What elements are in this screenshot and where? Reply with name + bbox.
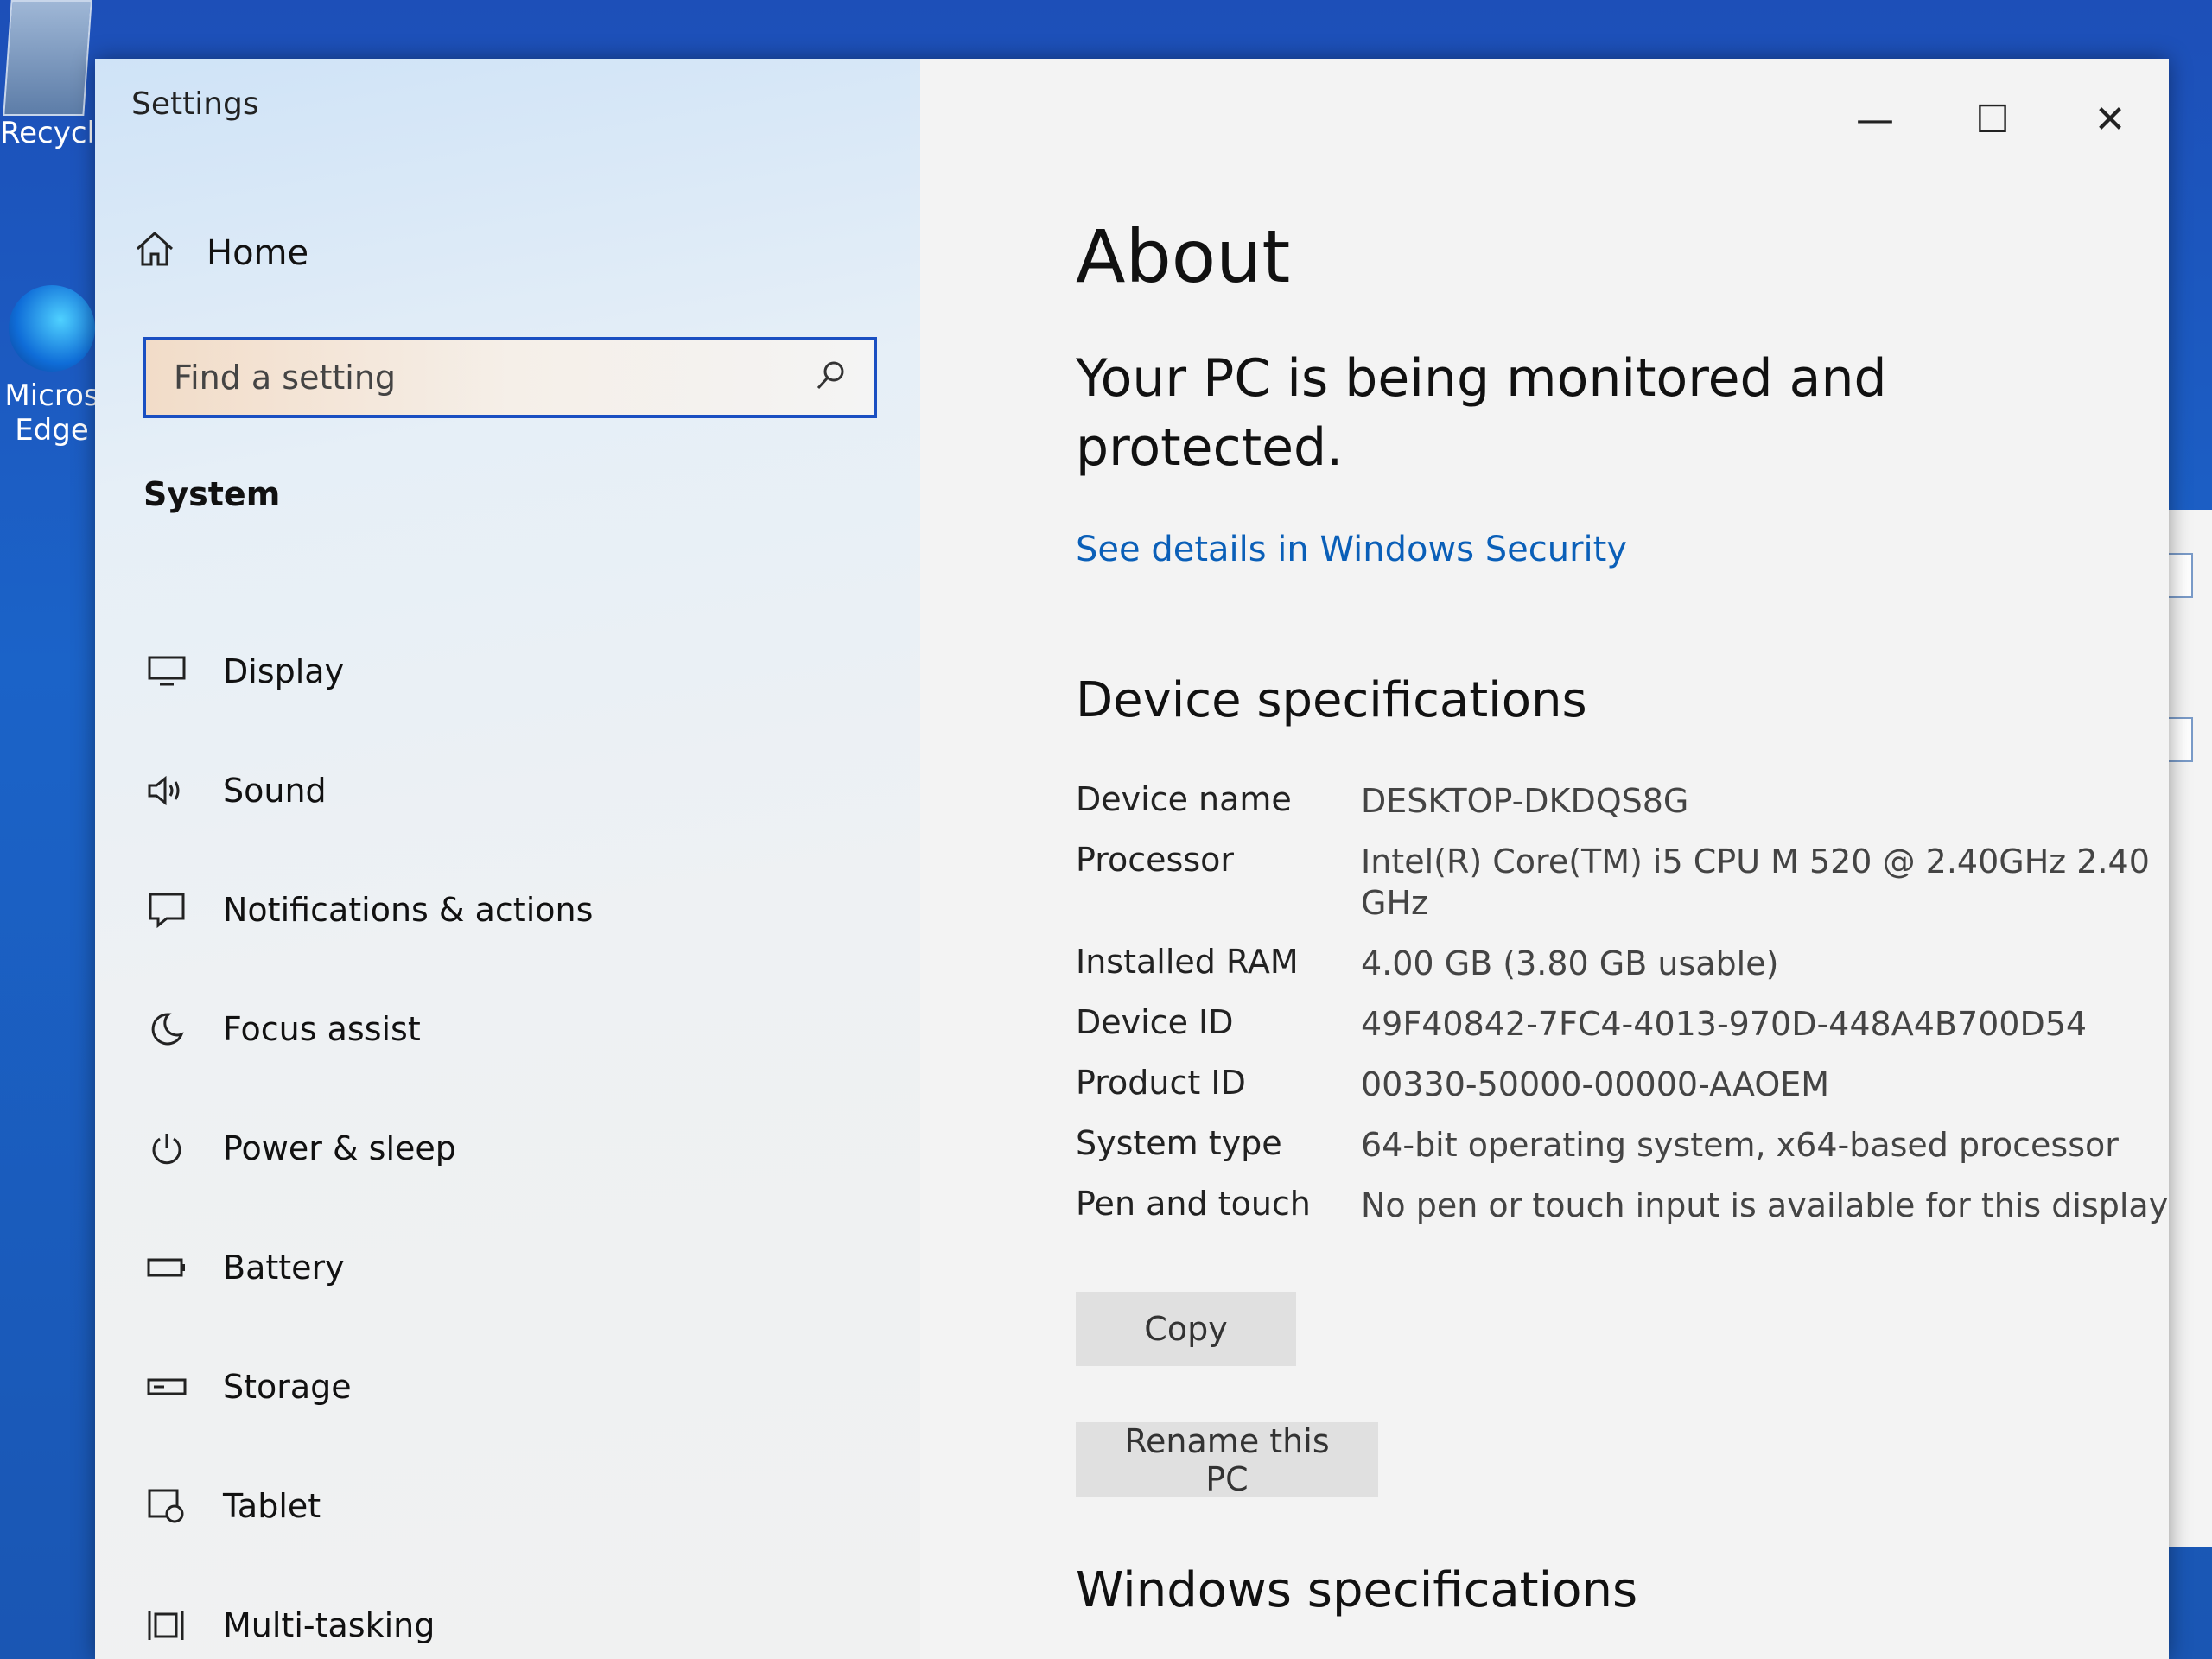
nav-section-system: System: [143, 475, 281, 513]
power-icon: [145, 1131, 188, 1166]
nav-list: Display Sound Notifications & actions Fo…: [145, 612, 593, 1659]
edge-label-line1: Micros: [4, 378, 99, 413]
nav-item-multitasking[interactable]: Multi-tasking: [145, 1566, 593, 1659]
page-title: About: [1076, 214, 1291, 299]
close-button[interactable]: ✕: [2051, 59, 2169, 180]
navigation-pane: Settings Home System Display Sound: [95, 59, 920, 1659]
nav-home-label: Home: [207, 233, 309, 273]
spec-value: Intel(R) Core(TM) i5 CPU M 520 @ 2.40GHz…: [1361, 842, 2150, 922]
recycle-bin-icon: [3, 0, 92, 116]
device-specifications-heading: Device specifications: [1076, 672, 1587, 728]
spec-key: Installed RAM: [1076, 943, 1299, 981]
nav-item-storage[interactable]: Storage: [145, 1327, 593, 1446]
home-icon: [134, 230, 175, 276]
spec-value: 64-bit operating system, x64-based proce…: [1361, 1126, 2119, 1164]
battery-icon: [145, 1257, 188, 1278]
spec-value: 4.00 GB (3.80 GB usable): [1361, 944, 1779, 982]
spec-key: System type: [1076, 1124, 1282, 1162]
spec-row: Pen and touch No pen or touch input is a…: [1076, 1185, 2169, 1226]
nav-item-sound[interactable]: Sound: [145, 731, 593, 850]
nav-item-label: Tablet: [223, 1487, 321, 1525]
spec-row: Device ID 49F40842-7FC4-4013-970D-448A4B…: [1076, 1003, 2169, 1045]
rename-pc-button[interactable]: Rename this PC: [1076, 1422, 1378, 1498]
spec-row: Product ID 00330-50000-00000-AAOEM: [1076, 1064, 2169, 1105]
recycle-bin-desktop-icon[interactable]: Recycle: [0, 0, 113, 150]
spec-key: Device ID: [1076, 1003, 1234, 1041]
nav-item-notifications[interactable]: Notifications & actions: [145, 850, 593, 969]
nav-item-power-sleep[interactable]: Power & sleep: [145, 1089, 593, 1208]
device-specifications-table: Device name DESKTOP-DKDQS8G Processor In…: [1076, 780, 2169, 1245]
spec-row: Processor Intel(R) Core(TM) i5 CPU M 520…: [1076, 841, 2169, 924]
edge-label-line2: Edge: [15, 413, 89, 448]
storage-icon: [145, 1377, 188, 1396]
nav-item-label: Sound: [223, 772, 327, 810]
spec-key: Product ID: [1076, 1064, 1246, 1102]
spec-key: Device name: [1076, 780, 1292, 818]
recycle-bin-label: Recycle: [0, 116, 113, 150]
settings-window: Settings Home System Display Sound: [95, 59, 2169, 1659]
spec-value: No pen or touch input is available for t…: [1361, 1186, 2169, 1224]
search-icon[interactable]: [813, 359, 848, 397]
moon-icon: [145, 1012, 188, 1046]
display-icon: [145, 656, 188, 687]
multitasking-icon: [145, 1607, 188, 1643]
windows-specifications-heading: Windows specifications: [1076, 1562, 1638, 1618]
nav-item-label: Multi-tasking: [223, 1606, 435, 1644]
nav-item-label: Focus assist: [223, 1010, 421, 1048]
spec-row: Device name DESKTOP-DKDQS8G: [1076, 780, 2169, 822]
search-box[interactable]: [143, 337, 877, 418]
windows-security-link[interactable]: See details in Windows Security: [1076, 530, 1627, 569]
spec-row: System type 64-bit operating system, x64…: [1076, 1124, 2169, 1166]
spec-row: Installed RAM 4.00 GB (3.80 GB usable): [1076, 943, 2169, 984]
title-bar-buttons: — ☐ ✕: [1816, 59, 2169, 180]
minimize-button[interactable]: —: [1816, 59, 1934, 180]
maximize-button[interactable]: ☐: [1934, 59, 2051, 180]
nav-item-label: Battery: [223, 1249, 345, 1287]
nav-item-display[interactable]: Display: [145, 612, 593, 731]
spec-key: Pen and touch: [1076, 1185, 1311, 1223]
nav-item-label: Power & sleep: [223, 1129, 456, 1167]
edge-desktop-icon[interactable]: Micros Edge: [0, 285, 104, 448]
nav-item-focus-assist[interactable]: Focus assist: [145, 969, 593, 1089]
nav-item-tablet[interactable]: Tablet: [145, 1446, 593, 1566]
nav-item-label: Storage: [223, 1368, 352, 1406]
spec-value: DESKTOP-DKDQS8G: [1361, 782, 1689, 820]
nav-item-label: Notifications & actions: [223, 891, 594, 929]
speaker-icon: [145, 773, 188, 808]
content-pane: — ☐ ✕ About Your PC is being monitored a…: [920, 59, 2169, 1659]
protection-status: Your PC is being monitored and protected…: [1076, 348, 1887, 478]
nav-item-label: Display: [223, 652, 345, 690]
nav-home[interactable]: Home: [134, 230, 308, 276]
edge-icon: [9, 285, 95, 372]
tablet-icon: [145, 1488, 188, 1524]
nav-item-battery[interactable]: Battery: [145, 1208, 593, 1327]
spec-value: 00330-50000-00000-AAOEM: [1361, 1065, 1830, 1103]
spec-key: Processor: [1076, 841, 1235, 879]
copy-button[interactable]: Copy: [1076, 1292, 1296, 1366]
notification-icon: [145, 892, 188, 928]
search-input[interactable]: [172, 358, 813, 397]
spec-value: 49F40842-7FC4-4013-970D-448A4B700D54: [1361, 1005, 2088, 1043]
window-title: Settings: [131, 86, 259, 122]
